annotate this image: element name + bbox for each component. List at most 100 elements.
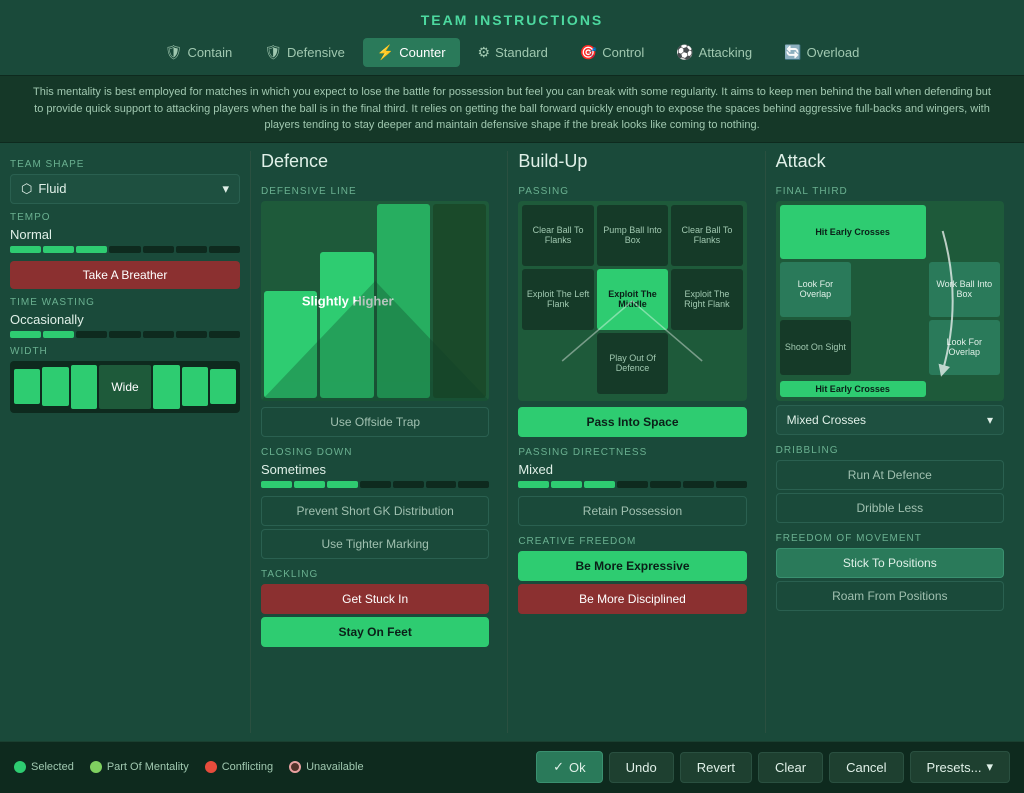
be-more-expressive-button[interactable]: Be More Expressive [518, 551, 746, 581]
mixed-crosses-dropdown[interactable]: Mixed Crosses ▾ [776, 405, 1004, 435]
pass-cell-exploit-middle[interactable]: Exploit The Middle [597, 269, 668, 330]
pass-cell-exploit-left[interactable]: Exploit The Left Flank [522, 269, 593, 330]
use-tighter-marking-button[interactable]: Use Tighter Marking [261, 529, 489, 559]
tempo-notch-4 [109, 246, 140, 253]
conflicting-dot [205, 761, 217, 773]
footer: Selected Part Of Mentality Conflicting U… [0, 741, 1024, 793]
tab-control[interactable]: 🎯 Control [566, 38, 658, 67]
overload-icon: 🔄 [784, 44, 801, 61]
contain-icon: 🛡 [165, 44, 183, 61]
footer-buttons: ✓ Ok Undo Revert Clear Cancel Presets...… [536, 751, 1010, 783]
mentality-description: This mentality is best employed for matc… [0, 75, 1024, 143]
legend-part-of-mentality: Part Of Mentality [90, 761, 189, 773]
stick-to-positions-button[interactable]: Stick To Positions [776, 548, 1004, 578]
width-strip-3 [71, 365, 97, 409]
tackling-label: TACKLING [261, 569, 489, 580]
pass-into-space-button[interactable]: Pass Into Space [518, 407, 746, 437]
tw-notch-7 [209, 331, 240, 338]
defensive-line-diagram: Slightly Higher [261, 201, 489, 401]
legend-unavailable-label: Unavailable [306, 761, 363, 773]
undo-button[interactable]: Undo [609, 752, 674, 783]
columns: Defence DEFENSIVE LINE Slightly Higher U… [250, 151, 1014, 733]
attack-column: Attack FINAL THIRD Hit Early Crosses Loo… [765, 151, 1014, 733]
tab-standard[interactable]: ⚙ Standard [464, 38, 562, 67]
time-wasting-slider[interactable] [10, 331, 240, 338]
atk-empty-1 [929, 205, 1000, 260]
unavailable-dot [289, 761, 301, 773]
legend-mentality-label: Part Of Mentality [107, 761, 189, 773]
pass-cell-clear-ball-left[interactable]: Clear Ball To Flanks [522, 205, 593, 266]
tab-attacking-label: Attacking [699, 45, 752, 60]
dribble-less-button[interactable]: Dribble Less [776, 493, 1004, 523]
pd-notch-5 [650, 481, 681, 488]
legend-selected-label: Selected [31, 761, 74, 773]
cd-notch-4 [360, 481, 391, 488]
revert-button[interactable]: Revert [680, 752, 752, 783]
legend-unavailable: Unavailable [289, 761, 363, 773]
tab-counter[interactable]: ⚡ Counter [363, 38, 460, 67]
team-shape-value: Fluid [38, 181, 66, 196]
use-offside-trap-button[interactable]: Use Offside Trap [261, 407, 489, 437]
cd-notch-1 [261, 481, 292, 488]
defence-triangle-overlay [261, 281, 489, 401]
retain-possession-button[interactable]: Retain Possession [518, 496, 746, 526]
legend-conflicting-label: Conflicting [222, 761, 273, 773]
width-strip-5 [182, 367, 208, 407]
tab-defensive[interactable]: 🛡 Defensive [250, 38, 359, 67]
cd-notch-5 [393, 481, 424, 488]
tab-overload[interactable]: 🔄 Overload [770, 38, 873, 67]
cancel-button[interactable]: Cancel [829, 752, 903, 783]
tab-contain-label: Contain [187, 45, 232, 60]
width-center-label: Wide [99, 365, 152, 409]
left-panel: TEAM SHAPE ⬡ Fluid ▾ TEMPO Normal Take A… [10, 151, 250, 733]
control-icon: 🎯 [580, 44, 597, 61]
tempo-slider[interactable] [10, 246, 240, 253]
team-shape-dropdown[interactable]: ⬡ Fluid ▾ [10, 174, 240, 204]
attack-look-for-overlap-bot[interactable]: Look For Overlap [929, 320, 1000, 375]
pass-cell-pump-ball[interactable]: Pump Ball Into Box [597, 205, 668, 266]
roam-from-positions-button[interactable]: Roam From Positions [776, 581, 1004, 611]
tab-contain[interactable]: 🛡 Contain [151, 38, 247, 67]
attack-shoot-on-sight[interactable]: Shoot On Sight [780, 320, 851, 375]
ok-button[interactable]: ✓ Ok [536, 751, 603, 783]
closing-down-slider[interactable] [261, 481, 489, 488]
tab-control-label: Control [602, 45, 644, 60]
cd-notch-2 [294, 481, 325, 488]
tab-attacking[interactable]: ⚽ Attacking [662, 38, 766, 67]
prevent-short-gk-button[interactable]: Prevent Short GK Distribution [261, 496, 489, 526]
defence-title: Defence [261, 151, 489, 176]
freedom-of-movement-label: FREEDOM OF MOVEMENT [776, 533, 1004, 544]
pd-notch-2 [551, 481, 582, 488]
ok-label: Ok [569, 760, 586, 775]
clear-button[interactable]: Clear [758, 752, 823, 783]
stay-on-feet-button[interactable]: Stay On Feet [261, 617, 489, 647]
pd-notch-4 [617, 481, 648, 488]
run-at-defence-button[interactable]: Run At Defence [776, 460, 1004, 490]
take-breather-button[interactable]: Take A Breather [10, 261, 240, 289]
be-more-disciplined-button[interactable]: Be More Disciplined [518, 584, 746, 614]
tempo-notch-7 [209, 246, 240, 253]
tabs-bar: 🛡 Contain 🛡 Defensive ⚡ Counter ⚙ Standa… [0, 34, 1024, 75]
attack-hit-early-crosses-top[interactable]: Hit Early Crosses [780, 205, 926, 260]
pass-cell-clear-ball-right[interactable]: Clear Ball To Flanks [671, 205, 742, 266]
get-stuck-in-button[interactable]: Get Stuck In [261, 584, 489, 614]
attack-look-for-overlap-top[interactable]: Look For Overlap [780, 262, 851, 317]
passing-directness-label: PASSING DIRECTNESS [518, 447, 746, 458]
tempo-value: Normal [10, 227, 240, 242]
pass-cell-play-out[interactable]: Play Out Of Defence [597, 333, 668, 394]
legend-conflicting: Conflicting [205, 761, 273, 773]
ok-checkmark-icon: ✓ [553, 759, 564, 775]
attack-hit-early-crosses-bot[interactable]: Hit Early Crosses [780, 381, 926, 397]
atk-empty-2 [854, 262, 925, 317]
page-title: TEAM INSTRUCTIONS [0, 0, 1024, 34]
tempo-notch-6 [176, 246, 207, 253]
presets-button[interactable]: Presets... ▾ [910, 751, 1010, 783]
creative-freedom-label: CREATIVE FREEDOM [518, 536, 746, 547]
time-wasting-value: Occasionally [10, 312, 240, 327]
pd-notch-6 [683, 481, 714, 488]
passing-directness-slider[interactable] [518, 481, 746, 488]
mixed-crosses-arrow-icon: ▾ [987, 413, 993, 427]
passing-directness-value: Mixed [518, 462, 746, 477]
pass-cell-exploit-right[interactable]: Exploit The Right Flank [671, 269, 742, 330]
attack-work-ball[interactable]: Work Ball Into Box [929, 262, 1000, 317]
